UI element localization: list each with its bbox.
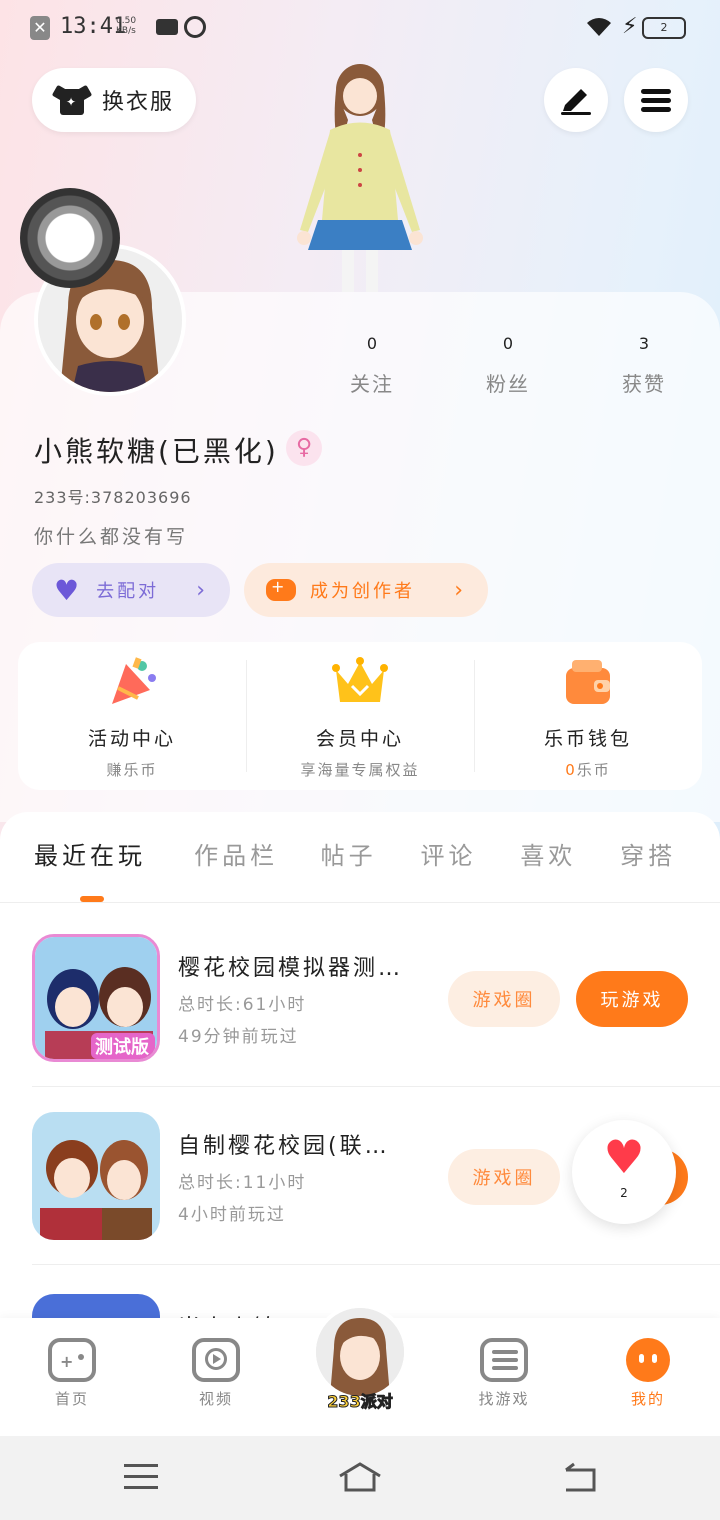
nav-home[interactable]: + 首页	[0, 1338, 144, 1409]
edit-button[interactable]	[544, 68, 608, 132]
mine-face-icon	[626, 1338, 670, 1382]
chevron-right-icon: ›	[196, 577, 208, 603]
tab-comments[interactable]: 评论	[420, 836, 520, 896]
list-item[interactable]: 测试版 樱花校园模拟器测… 总时长:61小时 49分钟前玩过 游戏圈 玩游戏	[32, 934, 692, 1064]
floating-assistive-ball[interactable]	[20, 188, 120, 288]
video-icon	[192, 1338, 240, 1382]
recent-apps-icon[interactable]	[124, 1464, 158, 1489]
shirt-icon: ✦	[51, 84, 93, 115]
bio[interactable]: 你什么都没有写	[34, 522, 188, 549]
menu-button[interactable]	[624, 68, 688, 132]
game-total-time: 总时长:11小时	[178, 1173, 307, 1193]
test-version-badge: 测试版	[95, 1037, 149, 1058]
stat-likes[interactable]: 3 获赞	[584, 334, 704, 397]
charging-icon: ⚡	[622, 14, 638, 39]
game-last-played: 49分钟前玩过	[178, 1027, 299, 1047]
tab-works[interactable]: 作品栏	[194, 836, 321, 896]
camera-icon	[156, 19, 178, 35]
floating-like-button[interactable]: ♥ 2	[572, 1120, 676, 1224]
game-icon	[32, 1112, 160, 1240]
wardrobe-label: 换衣服	[102, 90, 175, 115]
like-count: 2	[620, 1186, 628, 1200]
game-circle-button[interactable]: 游戏圈	[448, 971, 560, 1027]
tab-likes[interactable]: 喜欢	[520, 836, 620, 896]
activity-center[interactable]: 活动中心 赚乐币	[18, 642, 246, 790]
record-icon	[184, 16, 206, 38]
chevron-right-icon: ›	[454, 577, 466, 603]
user-id: 233号:378203696	[34, 488, 192, 507]
tab-outfits[interactable]: 穿搭	[620, 836, 720, 896]
home-icon[interactable]	[336, 1460, 384, 1494]
nav-party-avatar[interactable]	[312, 1304, 408, 1400]
coin-wallet[interactable]: 乐币钱包 0乐币	[474, 642, 702, 790]
gamepad-icon: +	[48, 1338, 96, 1382]
tab-recently-played[interactable]: 最近在玩	[34, 836, 194, 896]
heart-icon: ♥	[54, 573, 83, 607]
game-last-played: 4小时前玩过	[178, 1205, 286, 1225]
stat-following[interactable]: 0 关注	[312, 334, 432, 397]
profile-tabs: 最近在玩 作品栏 帖子 评论 喜欢 穿搭	[0, 836, 720, 896]
wifi-icon	[584, 14, 614, 44]
game-icon: 测试版	[32, 934, 160, 1062]
nav-mine[interactable]: 我的	[576, 1338, 720, 1409]
nav-find-game[interactable]: 找游戏	[432, 1338, 576, 1409]
battery-icon: 2	[642, 17, 686, 39]
game-name: 自制樱花校园(联…	[178, 1134, 390, 1159]
gamepad-icon	[266, 577, 296, 601]
status-bar: ✕ 13:41 0.50 KB/s ⚡ 2	[0, 0, 720, 56]
pen-icon	[561, 89, 591, 115]
function-grid: 活动中心 赚乐币 会员中心 享海量专属权益 乐币钱包 0乐币	[18, 642, 702, 790]
game-total-time: 总时长:61小时	[178, 995, 307, 1015]
female-gender-icon: ♀	[286, 430, 322, 466]
become-creator-button[interactable]: 成为创作者 ›	[244, 563, 488, 617]
divider	[0, 902, 720, 903]
nav-video[interactable]: 视频	[144, 1338, 288, 1409]
avatar-character-figure[interactable]	[270, 60, 450, 292]
menu-icon	[641, 85, 671, 116]
party-logo[interactable]: 233派对	[312, 1388, 408, 1412]
stat-followers[interactable]: 0 粉丝	[448, 334, 568, 397]
party-popper-icon	[112, 657, 156, 704]
game-name: 樱花校园模拟器测…	[178, 956, 404, 981]
match-button[interactable]: ♥ 去配对 ›	[32, 563, 230, 617]
play-game-button[interactable]: 玩游戏	[576, 971, 688, 1027]
notification-close-icon: ✕	[30, 16, 50, 40]
crown-icon	[332, 657, 388, 702]
system-nav-bar	[0, 1436, 720, 1520]
back-icon[interactable]	[560, 1460, 600, 1494]
heart-icon: ♥	[603, 1130, 645, 1184]
tab-posts[interactable]: 帖子	[321, 836, 421, 896]
game-circle-button[interactable]: 游戏圈	[448, 1149, 560, 1205]
wallet-icon	[566, 660, 610, 704]
wardrobe-button[interactable]: ✦ 换衣服	[32, 68, 196, 132]
list-icon	[480, 1338, 528, 1382]
nickname: 小熊软糖(已黑化)	[34, 435, 279, 468]
network-speed: 0.50 KB/s	[116, 16, 137, 36]
vip-center[interactable]: 会员中心 享海量专属权益	[246, 642, 474, 790]
divider	[32, 1086, 720, 1087]
divider	[32, 1264, 720, 1265]
